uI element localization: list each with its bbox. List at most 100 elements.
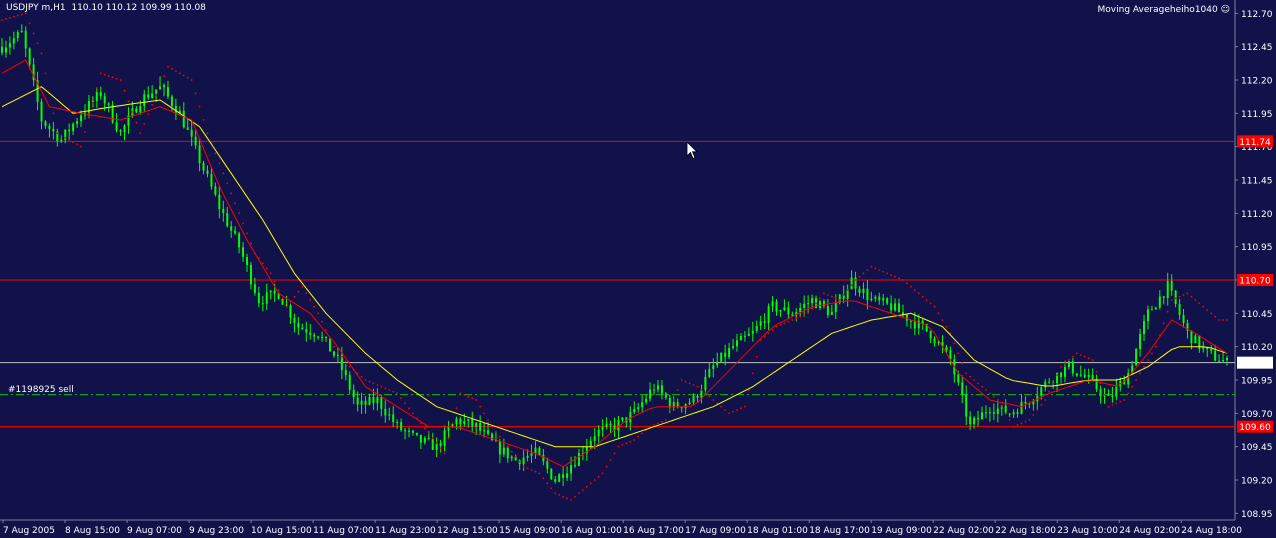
candle-body (550, 468, 553, 480)
symbol-label: USDJPY m,H1 (6, 3, 66, 13)
sar-dot (309, 299, 312, 301)
sar-dot (155, 94, 158, 97)
candle-body (72, 123, 75, 132)
sar-dot (91, 101, 94, 104)
sar-dot (396, 392, 399, 395)
candle-body (502, 447, 505, 455)
sar-dot (427, 432, 430, 435)
sar-dot (400, 397, 403, 400)
candle-body (933, 338, 936, 344)
sar-dot (1123, 399, 1126, 401)
candle-body (289, 305, 292, 318)
candle-body (992, 412, 995, 414)
y-tick-label: 109.95 (1241, 377, 1273, 387)
sar-dot (1190, 295, 1193, 298)
candle-body (411, 430, 414, 433)
sar-dot (60, 134, 63, 137)
sar-dot (1119, 400, 1122, 403)
sar-dot (364, 379, 367, 381)
sar-dot (305, 292, 308, 295)
candle-body (558, 474, 561, 482)
sar-dot (297, 290, 300, 293)
sar-dot (325, 329, 327, 331)
sar-dot (1056, 374, 1058, 376)
candle-body (562, 474, 565, 478)
candle-body (253, 284, 256, 293)
candle-body (198, 145, 201, 164)
sar-dot (985, 389, 987, 391)
candle-body (720, 352, 723, 362)
sar-dot (44, 72, 47, 75)
sar-dot (826, 294, 829, 296)
x-tick-label: 17 Aug 09:00 (685, 526, 746, 536)
sar-dot (40, 52, 43, 55)
sar-dot (601, 472, 604, 475)
sar-dot (1214, 315, 1217, 318)
sar-dot (123, 89, 126, 92)
price-chart[interactable]: 112.70112.45112.20111.95111.70111.45111.… (0, 0, 1276, 538)
sar-dot (629, 440, 632, 443)
candle-body (700, 390, 703, 398)
sar-dot (799, 315, 802, 318)
sar-dot (119, 79, 122, 81)
ohlc-values: 110.10 110.12 109.99 110.08 (71, 3, 206, 13)
sar-dot (633, 439, 636, 441)
sar-dot (1143, 365, 1145, 368)
sar-dot (921, 295, 924, 298)
sar-dot (1107, 405, 1110, 408)
candle-body (60, 139, 63, 142)
sar-dot (88, 116, 90, 119)
sar-dot (495, 430, 497, 433)
sar-dot (1036, 409, 1039, 411)
sar-dot (340, 355, 343, 358)
sar-dot (439, 447, 442, 450)
candle-body (759, 321, 762, 326)
candle-body (483, 430, 486, 432)
candle-body (498, 441, 501, 455)
sar-dot (902, 279, 904, 281)
candle-body (656, 385, 659, 390)
candle-body (210, 174, 213, 187)
sar-dot (732, 410, 734, 413)
sar-dot (807, 312, 810, 315)
sar-dot (996, 399, 999, 401)
candle-body (202, 163, 205, 171)
candle-body (8, 43, 11, 48)
sar-dot (973, 379, 975, 381)
candle-body (1154, 307, 1157, 310)
sar-dot (5, 17, 7, 20)
candle-body (107, 103, 110, 105)
x-tick-label: 11 Aug 07:00 (313, 526, 374, 536)
candle-body (325, 336, 328, 339)
candle-body (463, 421, 466, 425)
sar-dot (412, 412, 414, 415)
candle-body (589, 440, 592, 448)
candle-body (1170, 281, 1173, 291)
sar-dot (293, 295, 296, 298)
candle-body (739, 335, 742, 341)
candle-body (68, 129, 71, 132)
sar-dot (1064, 362, 1066, 365)
sar-dot (218, 162, 221, 165)
y-tick-label: 110.95 (1241, 243, 1273, 253)
sar-dot (372, 382, 375, 385)
sar-dot (20, 13, 23, 16)
y-tick-label: 112.70 (1241, 10, 1273, 20)
candle-body (40, 101, 43, 122)
sar-dot (933, 305, 936, 308)
candle-body (1060, 372, 1063, 377)
sar-dot (909, 285, 912, 288)
sar-dot (285, 305, 288, 308)
candle-body (376, 397, 379, 404)
candle-body (779, 310, 782, 312)
candle-body (427, 437, 430, 439)
candle-body (870, 298, 873, 301)
candle-body (732, 346, 735, 348)
sar-dot (1139, 372, 1141, 375)
sar-dot (989, 392, 991, 395)
sar-dot (530, 469, 533, 471)
sar-dot (506, 445, 509, 448)
candle-body (1024, 401, 1027, 404)
sar-dot (250, 242, 252, 245)
sar-dot (95, 87, 98, 89)
